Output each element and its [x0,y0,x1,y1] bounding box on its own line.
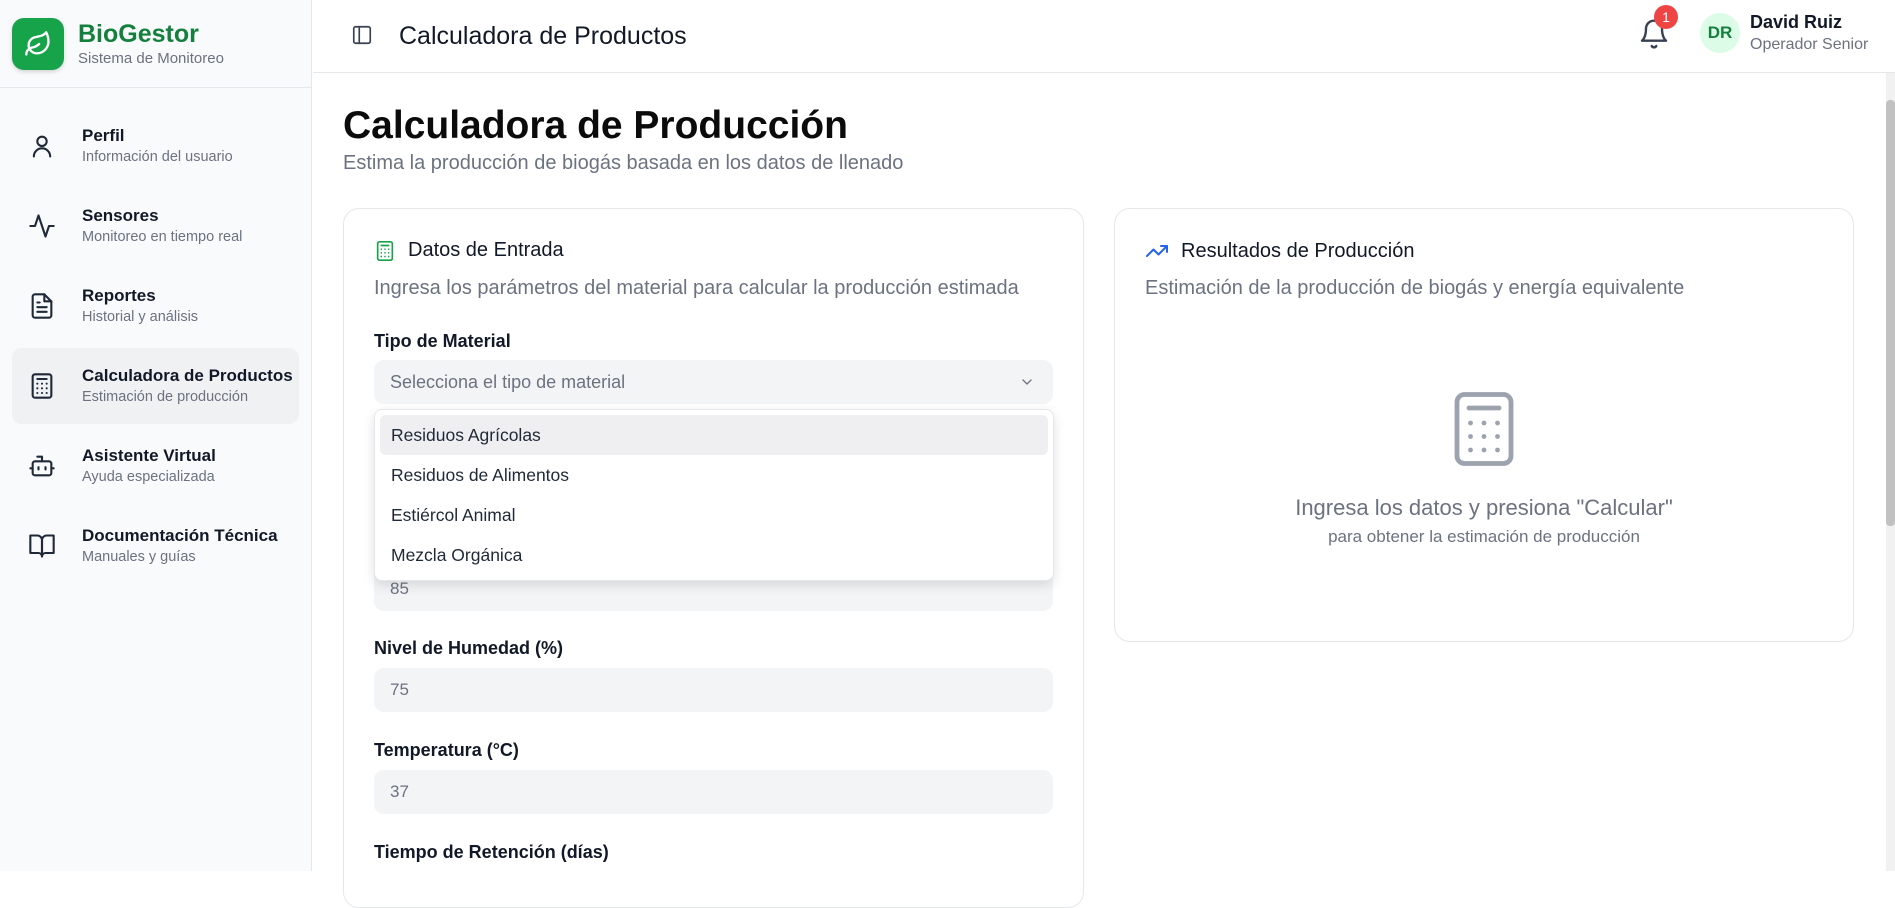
option-mezcla-organica[interactable]: Mezcla Orgánica [380,535,1048,575]
scrollbar-thumb[interactable] [1886,100,1895,526]
results-card-title: Resultados de Producción [1181,239,1415,262]
trending-up-icon [1145,239,1169,263]
chevron-down-icon [1019,374,1035,390]
temperature-value: 37 [390,782,409,801]
book-open-icon [28,532,56,560]
sidebar-item-sub: Historial y análisis [82,309,199,325]
avatar[interactable]: DR [1700,13,1740,53]
bot-icon [28,452,56,480]
option-estiercol-animal[interactable]: Estiércol Animal [380,495,1048,535]
empty-state-title: Ingresa los datos y presiona "Calcular" [1295,495,1673,520]
option-residuos-agricolas[interactable]: Residuos Agrícolas [380,415,1048,455]
input-card-description: Ingresa los parámetros del material para… [374,277,1019,299]
sidebar-item-sub: Estimación de producción [82,389,249,405]
sidebar-item-asistente[interactable]: Asistente Virtual Ayuda especializada [12,428,299,504]
empty-state-subtitle: para obtener la estimación de producción [1328,527,1640,546]
calculator-icon [374,240,396,262]
sidebar-item-sub: Ayuda especializada [82,469,215,485]
brand: BioGestor Sistema de Monitoreo [0,0,311,88]
sidebar-item-sub: Monitoreo en tiempo real [82,229,243,245]
temperature-input[interactable]: 37 [374,770,1053,814]
sidebar-toggle-icon[interactable] [351,24,375,48]
brand-subtitle: Sistema de Monitoreo [78,49,224,67]
option-residuos-alimentos[interactable]: Residuos de Alimentos [380,455,1048,495]
material-label: Tipo de Material [374,331,511,351]
user-name: David Ruiz [1750,12,1843,32]
brand-name: BioGestor [78,19,199,48]
humidity-input[interactable]: 75 [374,668,1053,712]
sidebar-item-label: Sensores [82,206,159,225]
humidity-value: 75 [390,680,409,699]
retention-label: Tiempo de Retención (días) [374,842,609,862]
page-title: Calculadora de Producción [343,104,848,147]
sidebar-item-perfil[interactable]: Perfil Información del usuario [12,108,299,184]
sidebar: BioGestor Sistema de Monitoreo Perfil In… [0,0,312,871]
sidebar-item-sub: Manuales y guías [82,549,196,565]
hidden-value: 85 [390,579,409,598]
results-empty-state: Ingresa los datos y presiona "Calcular" … [1115,389,1853,547]
sidebar-item-label: Reportes [82,286,156,305]
sidebar-item-label: Documentación Técnica [82,526,278,545]
input-card-title: Datos de Entrada [408,239,564,261]
material-select-placeholder: Selecciona el tipo de material [390,371,626,392]
activity-icon [28,212,56,240]
calculator-icon [1448,389,1520,469]
results-card: Resultados de Producción Estimación de l… [1114,208,1854,642]
sidebar-item-label: Asistente Virtual [82,446,216,465]
page-subtitle: Estima la producción de biogás basada en… [343,152,904,174]
sidebar-item-sub: Información del usuario [82,149,233,165]
file-text-icon [28,292,56,320]
calculator-icon [28,372,56,400]
humidity-label: Nivel de Humedad (%) [374,638,564,658]
sidebar-item-reportes[interactable]: Reportes Historial y análisis [12,268,299,344]
material-dropdown: Residuos Agrícolas Residuos de Alimentos… [374,409,1054,581]
leaf-icon [12,17,64,70]
sidebar-item-calculadora[interactable]: Calculadora de Productos Estimación de p… [12,348,299,424]
temperature-label: Temperatura (°C) [374,740,519,760]
sidebar-item-label: Calculadora de Productos [82,366,293,385]
sidebar-nav: Perfil Información del usuario Sensores … [0,88,311,584]
sidebar-item-sensores[interactable]: Sensores Monitoreo en tiempo real [12,188,299,264]
header-title: Calculadora de Productos [399,21,687,50]
sidebar-item-label: Perfil [82,126,125,145]
results-card-description: Estimación de la producción de biogás y … [1145,277,1685,299]
material-select[interactable]: Selecciona el tipo de material [374,360,1053,404]
notification-badge: 1 [1654,5,1678,29]
user-icon [28,132,56,160]
user-role: Operador Senior [1750,36,1869,53]
sidebar-item-documentacion[interactable]: Documentación Técnica Manuales y guías [12,508,299,584]
